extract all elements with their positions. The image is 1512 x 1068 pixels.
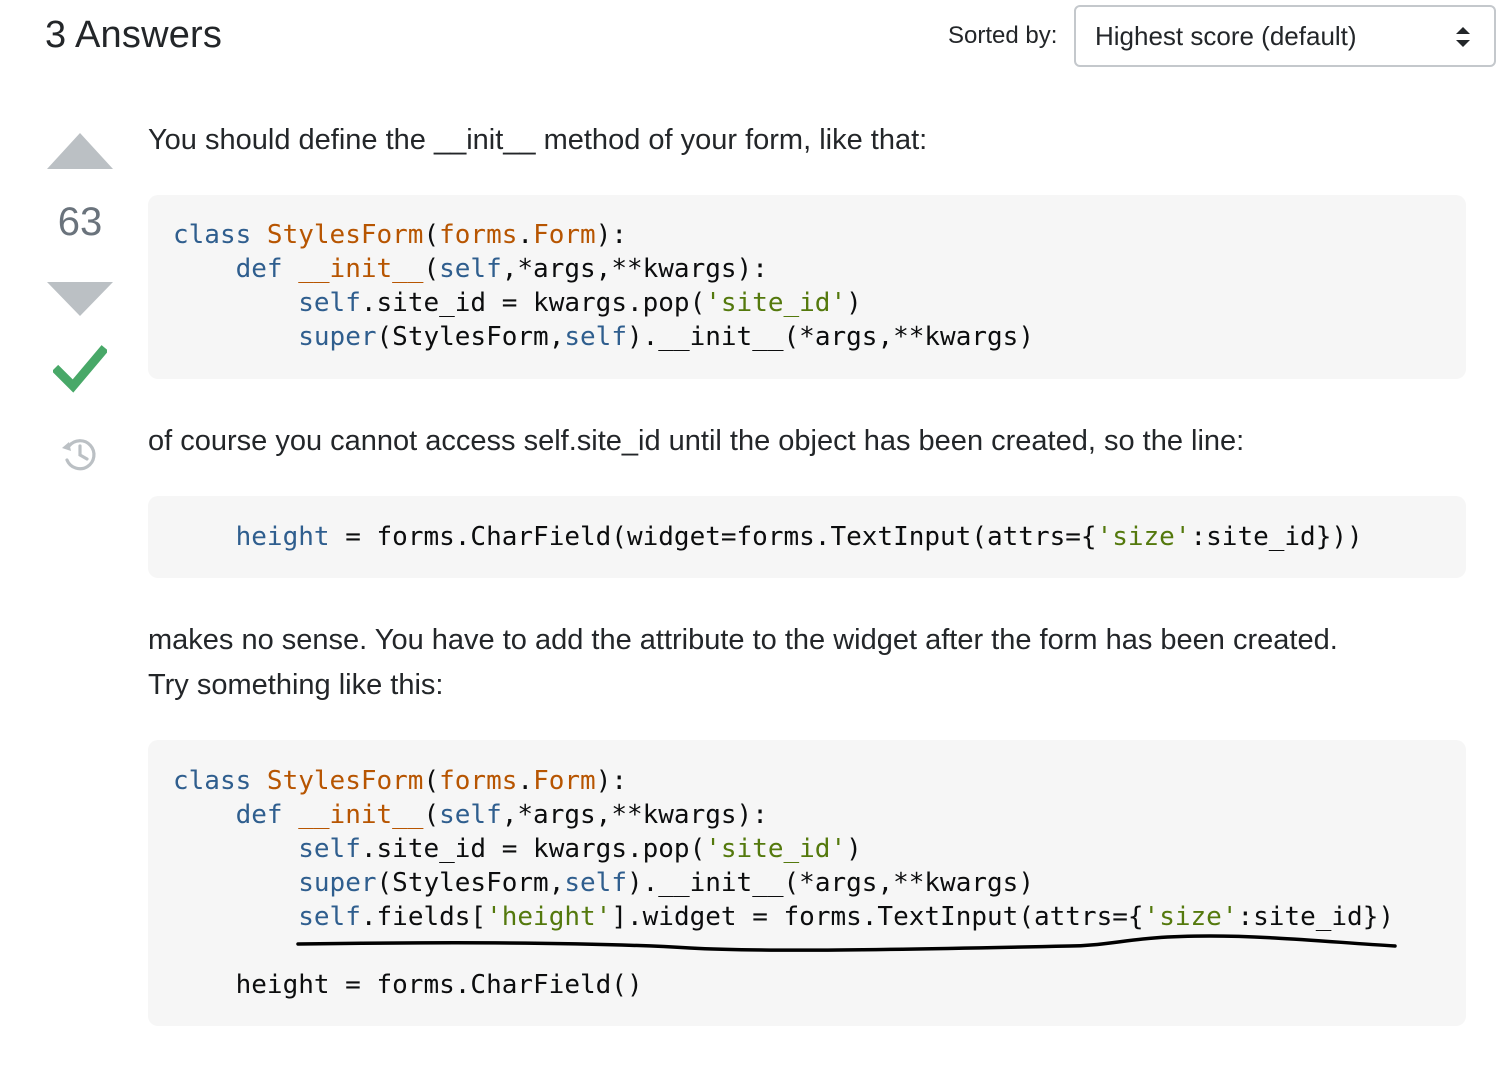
code-line: def __init__(self,*args,**kwargs): [173,254,768,284]
code-line: class StylesForm(forms.Form): [173,220,627,250]
answer-paragraph-3-line-2: Try something like this: [148,669,444,701]
hand-drawn-underline [296,934,1397,952]
code-block-1: class StylesForm(forms.Form): def __init… [148,195,1466,379]
code-line: self.site_id = kwargs.pop('site_id') [298,834,862,864]
code-line: height = forms.CharField(widget=forms.Te… [235,522,1363,552]
code-line: self.site_id = kwargs.pop('site_id') [298,288,862,318]
answers-count-heading: 3 Answers [45,14,223,56]
history-icon[interactable] [59,434,99,474]
code-line: super(StylesForm,self).__init__(*args,**… [298,868,1034,898]
code-block-2: height = forms.CharField(widget=forms.Te… [148,496,1466,578]
arrow-down-icon[interactable] [47,282,113,316]
arrow-up-icon[interactable] [47,133,113,169]
checkmark-icon [53,345,107,393]
code-line: class StylesForm(forms.Form): [173,766,627,796]
answer-paragraph-2: of course you cannot access self.site_id… [148,425,1245,457]
sort-select-value: Highest score (default) [1095,20,1357,51]
code-block-3: class StylesForm(forms.Form): def __init… [148,740,1466,1026]
answer-paragraph-3: makes no sense. You have to add the attr… [148,618,1448,708]
sort-select[interactable]: Highest score (default) [1074,5,1496,67]
code-line: def __init__(self,*args,**kwargs): [173,800,768,830]
sort-label: Sorted by: [948,22,1058,49]
code-line: super(StylesForm,self).__init__(*args,**… [298,322,1034,352]
answers-section: 3 Answers Sorted by: Highest score (defa… [0,0,1512,1068]
sort-arrows-icon [1456,27,1470,47]
answer-paragraph-1: You should define the __init__ method of… [148,124,928,156]
answer-paragraph-3-line-1: makes no sense. You have to add the attr… [148,624,1338,656]
vote-count: 63 [57,200,103,244]
code-line: height = forms.CharField() [173,970,643,1000]
